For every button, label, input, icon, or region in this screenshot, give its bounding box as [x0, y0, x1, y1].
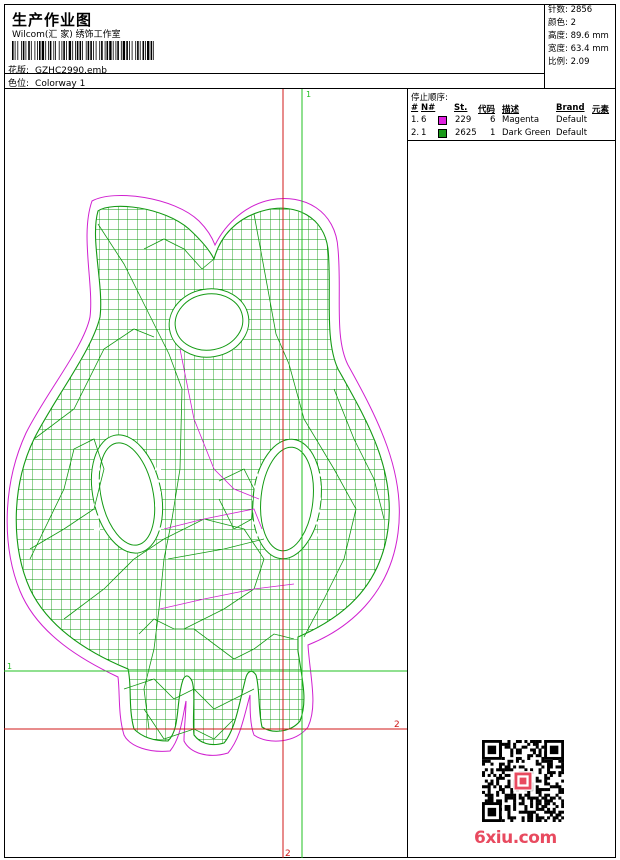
row-needle: 6 — [421, 115, 427, 125]
design-name-row: 花版: GZHC2990.emb — [8, 63, 107, 76]
col-num: # — [411, 103, 419, 113]
embroidery-preview: 1 1 2 2 — [4, 89, 407, 858]
row-brand: Default — [556, 115, 588, 125]
stop-sequence-title: 停止顺序: — [411, 93, 448, 103]
design-scale: 比例: 2.09 — [548, 57, 590, 67]
row-brand: Default — [556, 128, 588, 138]
studio-name: Wilcom(汇 家) 绣饰工作室 — [12, 30, 121, 40]
stop-sequence-panel: 停止顺序: # N# St. 代码 描述 Brand 元素 1. 6 229 6… — [408, 89, 616, 141]
row-code: 1 — [490, 128, 496, 138]
col-description: 描述 — [502, 105, 520, 115]
design-label: 花版: — [8, 66, 30, 76]
row-description: Magenta — [502, 115, 540, 125]
color-swatch — [438, 129, 447, 138]
colorway-label: 色位: — [8, 79, 30, 89]
col-needle: N# — [421, 103, 436, 113]
row-needle: 1 — [421, 128, 427, 138]
watermark-logo: 6xiu.com — [474, 828, 557, 848]
stitch-count: 针数: 2856 — [548, 5, 593, 15]
row-code: 6 — [490, 115, 496, 125]
design-value: GZHC2990.emb — [35, 66, 108, 76]
stop-row-2[interactable]: 2. 1 2625 1 Dark Green Default — [408, 128, 616, 140]
stats-panel: 针数: 2856 颜色: 2 高度: 89.6 mm 宽度: 63.4 mm 比… — [545, 4, 616, 89]
guide-label-h2: 2 — [394, 720, 400, 730]
colorway-row: 色位: Colorway 1 — [8, 76, 85, 89]
design-width: 宽度: 63.4 mm — [548, 44, 609, 54]
colorway-value: Colorway 1 — [35, 79, 86, 89]
fill-stitch-grid — [16, 206, 390, 745]
col-code: 代码 — [478, 105, 496, 115]
stop-sequence-header: # N# St. 代码 描述 Brand 元素 — [408, 103, 616, 115]
row-num: 1. — [411, 115, 420, 125]
guide-label-v1: 1 — [306, 90, 311, 99]
col-brand: Brand — [556, 103, 585, 113]
row-stitches: 229 — [455, 115, 472, 125]
row-num: 2. — [411, 128, 420, 138]
col-element: 元素 — [592, 105, 610, 115]
color-swatch — [438, 116, 447, 125]
row-description: Dark Green — [502, 128, 551, 138]
color-count: 颜色: 2 — [548, 18, 576, 28]
header-divider — [4, 73, 545, 74]
design-canvas[interactable]: 1 1 2 2 — [4, 89, 408, 858]
guide-label-v2: 2 — [285, 849, 291, 858]
stop-row-1[interactable]: 1. 6 229 6 Magenta Default — [408, 115, 616, 127]
row-stitches: 2625 — [455, 128, 477, 138]
guide-label-h1: 1 — [7, 662, 12, 671]
barcode — [12, 41, 154, 60]
qr-code — [482, 740, 564, 822]
design-height: 高度: 89.6 mm — [548, 31, 609, 41]
col-stitches: St. — [454, 103, 468, 113]
